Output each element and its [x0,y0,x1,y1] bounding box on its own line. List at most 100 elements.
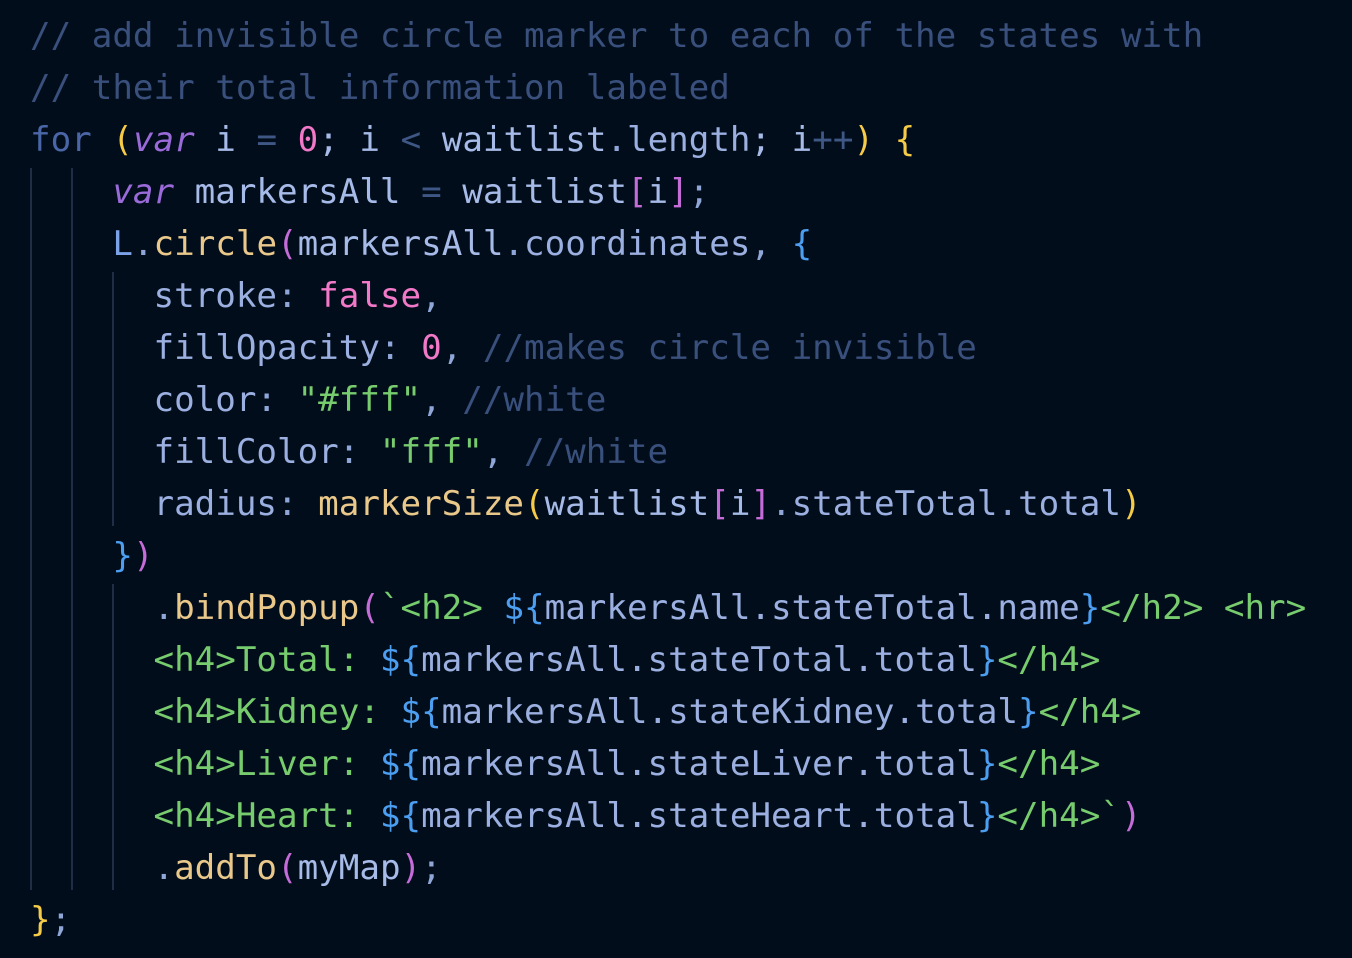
template-expression-token: markersAll.stateTotal.name [544,588,1080,628]
operator-token: ++ [812,120,854,160]
punct-token: . [153,848,175,888]
brace-token: { [791,224,813,264]
punct-token: . [771,484,792,524]
code-editor[interactable]: // add invisible circle marker to each o… [0,0,1352,958]
property-token: fillColor [153,432,339,472]
identifier-token: i [729,484,751,524]
punct-token: ; [688,172,710,212]
function-token: circle [153,224,278,264]
property-token: coordinates [524,224,751,264]
interpolation-token: ${ [379,640,422,680]
punct-token: , [441,328,483,368]
punct-token: : [379,328,422,368]
code-line: .addTo(myMap); [30,842,442,894]
object-token: L [112,224,133,264]
identifier-token: markersAll [174,172,422,212]
paren-token: ) [1120,796,1142,836]
punct-token: . [132,224,154,264]
keyword-token: for [30,120,92,160]
function-token: bindPopup [174,588,360,628]
code-line: radius: markerSize(waitlist[i].stateTota… [30,478,1142,530]
comment-token: // their total information labeled [30,68,730,108]
string-token: <h4>Total: [153,640,380,680]
paren-token: ) [132,536,154,576]
boolean-token: false [318,276,422,316]
keyword-token: var [132,120,195,160]
indent-token [30,536,112,576]
string-token: <h4>Kidney: [153,692,401,732]
paren-token: ( [359,588,380,628]
interpolation-token: } [976,640,998,680]
property-token: color [153,380,257,420]
comment-token: //makes circle invisible [482,328,977,368]
code-line: <h4>Kidney: ${markersAll.stateKidney.tot… [30,686,1142,738]
paren-token: ) [400,848,422,888]
bracket-token: ] [750,484,772,524]
comment-token: //white [524,432,669,472]
template-expression-token: markersAll.stateKidney.total [441,692,1018,732]
punct-token: : [277,276,319,316]
identifier-token: ; i [750,120,813,160]
bracket-token: ] [668,172,689,212]
punct-token: , [750,224,792,264]
code-line: // add invisible circle marker to each o… [30,10,1203,62]
code-line: color: "#fff", //white [30,374,607,426]
string-token: </h2> <hr> [1100,588,1307,628]
code-line: fillOpacity: 0, //makes circle invisible [30,322,977,374]
code-line: <h4>Total: ${markersAll.stateTotal.total… [30,634,1101,686]
indent-token [30,796,154,836]
punct-token: : [277,484,319,524]
property-token: length [627,120,751,160]
paren-token: ( [277,848,298,888]
interpolation-token: ${ [503,588,545,628]
identifier-token: waitlist [441,172,627,212]
code-line: fillColor: "fff", //white [30,426,669,478]
template-expression-token: markersAll.stateTotal.total [421,640,977,680]
brace-token: } [112,536,133,576]
interpolation-token: } [1018,692,1039,732]
function-token: addTo [174,848,278,888]
interpolation-token: } [976,744,998,784]
string-token: "#fff" [297,380,422,420]
brace-token: { [894,120,916,160]
string-token: </h4> [997,744,1101,784]
punct-token: : [256,380,298,420]
template-expression-token: markersAll.stateHeart.total [421,796,977,836]
identifier-token: ; i [318,120,401,160]
number-token: 0 [297,120,319,160]
property-token: fillOpacity [153,328,380,368]
interpolation-token: ${ [400,692,442,732]
string-token: <h4>Liver: [153,744,380,784]
punct-token: . [997,484,1019,524]
punct-token: , [482,432,525,472]
identifier-token: myMap [297,848,401,888]
operator-token: = [256,120,278,160]
indent-token [30,640,154,680]
interpolation-token: ${ [379,744,422,784]
identifier-token: i [194,120,257,160]
number-token: 0 [421,328,442,368]
string-token: `<h2> [379,588,504,628]
identifier-token: waitlist [421,120,607,160]
punct-token: ; [421,848,442,888]
paren-token: ( [112,120,133,160]
code-line: stroke: false, [30,270,442,322]
string-token: <h4>Heart: [153,796,380,836]
indent-token [30,380,154,420]
code-line: for (var i = 0; i < waitlist.length; i++… [30,114,915,166]
identifier-token: waitlist [544,484,710,524]
operator-token: < [400,120,422,160]
indent-token [30,484,154,524]
indent-token [30,432,154,472]
paren-token: ) [853,120,875,160]
indent-token [30,224,112,264]
indent-token [30,848,154,888]
template-expression-token: markersAll.stateLiver.total [421,744,977,784]
string-token: </h4> [1038,692,1142,732]
code-line: L.circle(markersAll.coordinates, { [30,218,812,270]
punct-token: ; [50,900,72,940]
indent-token [30,276,154,316]
interpolation-token: } [976,796,998,836]
indent-token [30,328,154,368]
